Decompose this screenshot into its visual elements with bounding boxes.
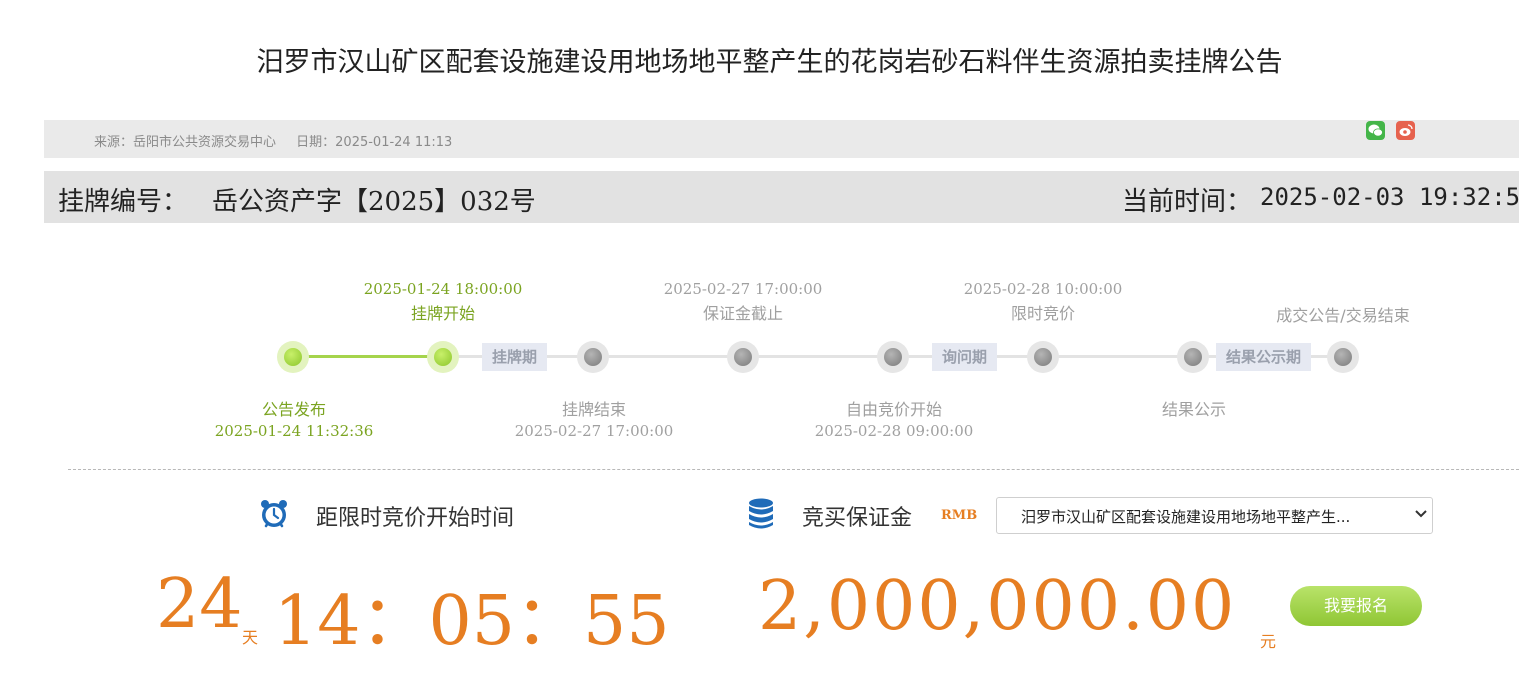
phase-listing: 挂牌期 bbox=[482, 343, 548, 371]
event-time: 2025-02-27 17:00:00 bbox=[663, 280, 823, 298]
timeline-node-announce bbox=[277, 341, 309, 373]
timeline-event-listing-end: 挂牌结束 2025-02-27 17:00:00 bbox=[484, 396, 704, 440]
timeline-node-listing-end bbox=[577, 341, 609, 373]
source-text: 来源：岳阳市公共资源交易中心 bbox=[94, 135, 277, 150]
countdown-hms: 14：05：55 bbox=[274, 582, 670, 661]
apply-button[interactable]: 我要报名 bbox=[1290, 586, 1422, 626]
event-label: 挂牌结束 bbox=[561, 400, 626, 419]
listing-code-label: 挂牌编号： bbox=[58, 187, 189, 217]
date-text: 日期：2025-01-24 11:13 bbox=[296, 135, 453, 150]
event-label: 限时竞价 bbox=[1010, 304, 1075, 323]
timeline-event-listing-start: 2025-01-24 18:00:00 挂牌开始 bbox=[333, 280, 553, 324]
countdown-title: 距限时竞价开始时间 bbox=[316, 506, 515, 531]
event-time: 2025-01-24 11:32:36 bbox=[214, 422, 374, 440]
timeline-node-listing-start bbox=[427, 341, 459, 373]
timeline-node-end bbox=[1327, 341, 1359, 373]
phase-result: 结果公示期 bbox=[1216, 343, 1312, 371]
weibo-icon[interactable] bbox=[1396, 121, 1415, 140]
alarm-clock-icon bbox=[258, 498, 290, 530]
event-label: 保证金截止 bbox=[702, 304, 783, 323]
countdown-days-unit: 天 bbox=[242, 628, 259, 647]
event-label: 成交公告/交易结束 bbox=[1276, 306, 1410, 325]
timeline-event-free-bid: 自由竞价开始 2025-02-28 09:00:00 bbox=[784, 396, 1004, 440]
event-time: 2025-01-24 18:00:00 bbox=[363, 280, 523, 298]
timeline-event-timed-bid: 2025-02-28 10:00:00 限时竞价 bbox=[933, 280, 1153, 324]
event-label: 结果公示 bbox=[1161, 400, 1226, 419]
current-time-value: 2025-02-03 19:32:56 bbox=[1260, 183, 1519, 211]
coins-icon bbox=[747, 497, 775, 531]
listing-code-value: 岳公资产字【2025】032号 bbox=[212, 187, 536, 217]
deposit-unit: 元 bbox=[1260, 632, 1277, 651]
timeline-node-timed-bid bbox=[1027, 341, 1059, 373]
listing-info-bar: 挂牌编号： 岳公资产字【2025】032号 当前时间： 2025-02-03 1… bbox=[44, 171, 1519, 223]
page-title: 汨罗市汉山矿区配套设施建设用地场地平整产生的花岗岩砂石料伴生资源拍卖挂牌公告 bbox=[256, 47, 1283, 78]
event-time: 2025-02-28 10:00:00 bbox=[963, 280, 1123, 298]
deposit-amount: 2,000,000.00 bbox=[758, 567, 1237, 646]
currency-label: RMB bbox=[941, 508, 978, 523]
wechat-icon[interactable] bbox=[1366, 121, 1385, 140]
timeline-node-result bbox=[1177, 341, 1209, 373]
phase-inquiry: 询问期 bbox=[932, 343, 998, 371]
current-time-label: 当前时间： bbox=[1122, 187, 1253, 217]
event-time: 2025-02-28 09:00:00 bbox=[814, 422, 974, 440]
event-label: 公告发布 bbox=[261, 400, 326, 419]
timeline-node-deposit-deadline bbox=[727, 341, 759, 373]
lot-select[interactable]: 汨罗市汉山矿区配套设施建设用地场地平整产生... bbox=[996, 497, 1433, 534]
event-time: 2025-02-27 17:00:00 bbox=[514, 422, 674, 440]
timeline-node-bid-start bbox=[877, 341, 909, 373]
deposit-title: 竞买保证金 bbox=[802, 506, 913, 531]
countdown-days: 24 bbox=[156, 565, 243, 644]
meta-info: 来源：岳阳市公共资源交易中心 日期：2025-01-24 11:13 bbox=[94, 131, 468, 150]
event-label: 自由竞价开始 bbox=[845, 400, 942, 419]
meta-bar: 来源：岳阳市公共资源交易中心 日期：2025-01-24 11:13 bbox=[44, 120, 1519, 158]
section-divider bbox=[68, 469, 1519, 470]
timeline-event-announce: 公告发布 2025-01-24 11:32:36 bbox=[184, 396, 404, 440]
timeline-event-result: 结果公示 bbox=[1084, 396, 1304, 420]
chevron-down-icon[interactable] bbox=[1414, 506, 1428, 525]
timeline-event-deposit-deadline: 2025-02-27 17:00:00 保证金截止 bbox=[633, 280, 853, 324]
timeline-event-close: 成交公告/交易结束 bbox=[1233, 302, 1453, 326]
event-label: 挂牌开始 bbox=[410, 304, 475, 323]
